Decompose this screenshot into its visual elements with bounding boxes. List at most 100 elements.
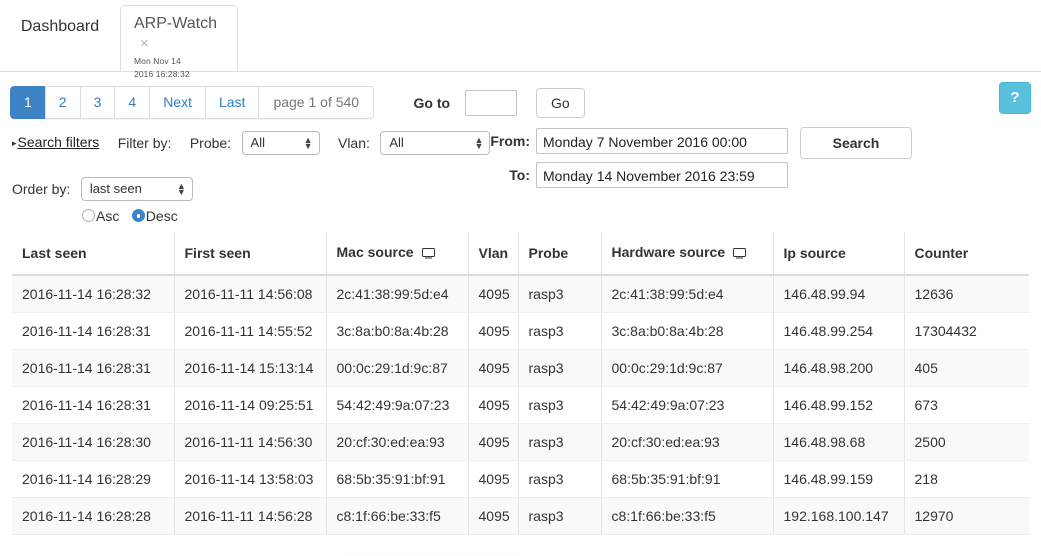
cell-last-seen: 2016-11-14 16:28:32 [12,275,175,313]
cell-ip-source[interactable]: 146.48.98.68 [773,423,905,461]
column-label: Vlan [478,245,509,261]
table-row[interactable]: 2016-11-14 16:28:31 2016-11-14 15:13:14 … [12,349,1029,387]
cell-ip-source[interactable]: 146.48.99.159 [773,460,905,498]
column-header-first-seen[interactable]: First seen [174,232,327,276]
column-header-last-seen[interactable]: Last seen [12,232,175,276]
tab-arp-watch[interactable]: ARP-Watch × Mon Nov 14 2016 16:28:32 [120,5,238,79]
column-label: Last seen [22,245,87,261]
column-label: Mac source [336,244,414,260]
cell-last-seen: 2016-11-14 16:28:31 [12,312,175,350]
column-header-mac-source[interactable]: Mac source [326,232,469,276]
filters-row-order: Order by: last seen ▲ ▼ [12,177,193,201]
go-button[interactable]: Go [536,87,585,118]
order-direction-group: Asc Desc [82,207,186,225]
cell-mac-source[interactable]: 2c:41:38:99:5d:e4 [326,275,469,313]
cell-ip-source[interactable]: 146.48.99.94 [773,275,905,313]
radio-asc[interactable] [82,209,95,223]
vlan-label: Vlan: [337,135,370,151]
cell-probe: rasp3 [518,386,602,424]
cell-probe: rasp3 [518,460,602,498]
page-button-3[interactable]: 3 [79,86,115,119]
cell-first-seen: 2016-11-14 15:13:14 [174,349,327,387]
goto-input[interactable] [464,89,517,116]
table-body: 2016-11-14 16:28:32 2016-11-11 14:56:08 … [12,275,1029,535]
next-page-button[interactable]: Next [149,86,205,119]
cell-ip-source[interactable]: 146.48.98.200 [773,349,905,387]
table-row[interactable]: 2016-11-14 16:28:28 2016-11-11 14:56:28 … [12,497,1029,535]
cell-hardware-source[interactable]: 3c:8a:b0:8a:4b:28 [601,312,774,350]
cell-first-seen: 2016-11-14 09:25:51 [174,386,327,424]
cell-first-seen: 2016-11-11 14:56:08 [174,275,327,313]
cell-mac-source[interactable]: 00:0c:29:1d:9c:87 [326,349,469,387]
cell-counter: 2500 [904,423,1029,461]
column-label: First seen [184,245,251,261]
vlan-select[interactable]: All ▲ ▼ [380,131,491,155]
cell-mac-source[interactable]: 20:cf:30:ed:ea:93 [326,423,469,461]
from-label: From: [490,133,530,149]
cell-vlan: 4095 [468,423,519,461]
tab-dashboard-label: Dashboard [20,18,100,35]
chevron-updown-icon: ▲ ▼ [303,135,313,151]
close-icon[interactable]: × [140,34,149,54]
table-row[interactable]: 2016-11-14 16:28:32 2016-11-11 14:56:08 … [12,275,1029,313]
column-header-hardware-source[interactable]: Hardware source [601,232,774,276]
column-header-counter[interactable]: Counter [904,232,1029,276]
to-input[interactable]: Monday 14 November 2016 23:59 [536,162,788,188]
cell-hardware-source[interactable]: 2c:41:38:99:5d:e4 [601,275,774,313]
cell-first-seen: 2016-11-14 13:58:03 [174,460,327,498]
table-row[interactable]: 2016-11-14 16:28:30 2016-11-11 14:56:30 … [12,423,1029,461]
column-label: Counter [914,245,969,261]
page-button-2[interactable]: 2 [44,86,80,119]
radio-desc-label: Desc [145,207,178,224]
table-row[interactable]: 2016-11-14 16:28:31 2016-11-11 14:55:52 … [12,312,1029,350]
page-button-1[interactable]: 1 [10,86,45,119]
tab-arp-watch-label: ARP-Watch [134,15,217,32]
order-by-select[interactable]: last seen ▲ ▼ [80,177,193,201]
probe-select-value: All [250,135,265,150]
filter-by-label: Filter by: [117,135,172,151]
cell-hardware-source[interactable]: 54:42:49:9a:07:23 [601,386,774,424]
radio-asc-label: Asc [96,207,120,224]
cell-ip-source[interactable]: 146.48.99.254 [773,312,905,350]
cell-hardware-source[interactable]: 00:0c:29:1d:9c:87 [601,349,774,387]
column-label: Hardware source [611,244,726,260]
cell-last-seen: 2016-11-14 16:28:29 [12,460,175,498]
column-header-probe[interactable]: Probe [518,232,602,276]
cell-last-seen: 2016-11-14 16:28:31 [12,386,175,424]
monitor-icon [733,246,747,262]
tab-dashboard[interactable]: Dashboard [0,0,120,71]
to-label: To: [509,167,530,183]
cell-mac-source[interactable]: 54:42:49:9a:07:23 [326,386,469,424]
table-row[interactable]: 2016-11-14 16:28:29 2016-11-14 13:58:03 … [12,460,1029,498]
radio-desc[interactable] [131,209,145,223]
cell-ip-source[interactable]: 146.48.99.152 [773,386,905,424]
cell-first-seen: 2016-11-11 14:56:28 [174,497,327,535]
cell-mac-source[interactable]: 68:5b:35:91:bf:91 [326,460,469,498]
cell-hardware-source[interactable]: 20:cf:30:ed:ea:93 [601,423,774,461]
help-button[interactable]: ? [999,82,1031,114]
cell-last-seen: 2016-11-14 16:28:28 [12,497,175,535]
cell-hardware-source[interactable]: 68:5b:35:91:bf:91 [601,460,774,498]
cell-vlan: 4095 [468,275,519,313]
probe-select[interactable]: All ▲ ▼ [241,131,320,155]
cell-counter: 673 [904,386,1029,424]
cell-mac-source[interactable]: 3c:8a:b0:8a:4b:28 [326,312,469,350]
cell-mac-source[interactable]: c8:1f:66:be:33:f5 [326,497,469,535]
search-button[interactable]: Search [800,127,912,159]
cell-vlan: 4095 [468,349,519,387]
from-input[interactable]: Monday 7 November 2016 00:00 [536,128,788,154]
search-filters-toggle[interactable]: Search filters [18,134,100,150]
page-button-4[interactable]: 4 [114,86,150,119]
column-header-vlan[interactable]: Vlan [468,232,519,276]
arp-results-table: Last seen First seen Mac source Vlan Pro… [12,232,1029,535]
cell-ip-source[interactable]: 192.168.100.147 [773,497,905,535]
cell-hardware-source[interactable]: c8:1f:66:be:33:f5 [601,497,774,535]
results-table-wrapper: Last seen First seen Mac source Vlan Pro… [0,232,1041,535]
last-page-button[interactable]: Last [204,86,259,119]
cell-vlan: 4095 [468,386,519,424]
column-header-ip-source[interactable]: Ip source [773,232,905,276]
column-label: Probe [528,245,569,261]
cell-last-seen: 2016-11-14 16:28:31 [12,349,175,387]
tab-bar: Dashboard ARP-Watch × Mon Nov 14 2016 16:… [0,0,1041,79]
table-row[interactable]: 2016-11-14 16:28:31 2016-11-14 09:25:51 … [12,386,1029,424]
